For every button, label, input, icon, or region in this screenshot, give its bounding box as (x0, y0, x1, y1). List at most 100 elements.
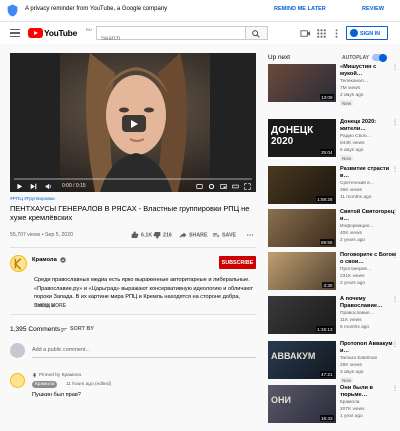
save-button[interactable]: SAVE (212, 231, 236, 239)
channel-name[interactable]: Крамола (32, 257, 57, 263)
upload-age: 2 days ago (340, 93, 364, 98)
more-vert-icon[interactable]: ⋮ (392, 209, 398, 216)
sign-in-button[interactable]: SIGN IN (346, 26, 388, 40)
more-actions-icon[interactable] (246, 231, 254, 239)
more-vert-icon[interactable]: ⋮ (392, 64, 398, 71)
up-next-item[interactable]: ДОНЕЦК 2020 25:04 Донецк 2020: жители… Ради… (268, 119, 398, 165)
miniplayer-icon[interactable] (220, 183, 227, 190)
view-count: 231K views (340, 274, 365, 279)
channel-name[interactable]: Протоиерей… (340, 267, 398, 272)
channel-name[interactable]: Сретенский в… (340, 181, 398, 186)
sort-icon[interactable] (60, 326, 68, 334)
video-thumbnail[interactable]: 59:55 (268, 209, 336, 247)
next-icon[interactable] (30, 183, 37, 190)
remind-later-button[interactable]: REMIND ME LATER (274, 6, 326, 12)
subtitles-icon[interactable] (196, 183, 203, 190)
channel-name[interactable]: Крамола (340, 400, 398, 405)
upload-age: 11 months ago (340, 195, 372, 200)
subscribe-button[interactable]: SUBSCRIBE (219, 256, 256, 269)
video-title[interactable]: Развитие страсти в… (340, 166, 398, 180)
video-duration: 1:15:13 (315, 326, 334, 332)
video-thumbnail[interactable]: 3:30 (268, 252, 336, 290)
save-label: SAVE (222, 232, 237, 239)
review-button[interactable]: REVIEW (362, 6, 384, 12)
channel-avatar[interactable] (10, 255, 27, 272)
add-comment-input[interactable]: Add a public comment... (32, 347, 90, 353)
video-thumbnail[interactable]: АВВАКУМ 47:21 (268, 341, 336, 379)
video-title[interactable]: А почему Православие… (340, 296, 398, 310)
up-next-item[interactable]: 1:59:28 Развитие страсти в… Сретенский в… 4… (268, 166, 398, 212)
upload-age: 6 months ago (340, 325, 370, 330)
comment-author-avatar[interactable] (10, 373, 25, 388)
view-count: 45K views (340, 188, 362, 193)
up-next-item[interactable]: ОНИ 18:43 Они были в тюрьме… Крамола 207K vi… (268, 385, 398, 431)
volume-icon[interactable] (45, 183, 52, 190)
more-vert-icon[interactable]: ⋮ (392, 166, 398, 173)
new-badge: New (340, 155, 354, 161)
more-vert-icon[interactable]: ⋮ (392, 341, 398, 348)
up-next-item[interactable]: 1:15:13 А почему Православие… Православие…… (268, 296, 398, 342)
more-vert-icon[interactable]: ⋮ (392, 119, 398, 126)
channel-name[interactable]: Телеканал… (340, 79, 398, 84)
video-thumbnail[interactable]: ОНИ 18:43 (268, 385, 336, 423)
progress-bar[interactable] (14, 178, 252, 180)
play-button[interactable] (122, 115, 146, 132)
channel-name[interactable]: Tamara Eidelman (340, 356, 398, 361)
comment-time[interactable]: 11 hours ago (edited) (66, 382, 111, 387)
menu-icon[interactable] (10, 29, 20, 37)
up-next-item[interactable]: 13:09 «Мишустин с мукой… Телеканал… 7M view… (268, 64, 398, 110)
up-next-item[interactable]: АВВАКУМ 47:21 Протопоп Аввакум и… Tamara Ei… (268, 341, 398, 387)
video-title[interactable]: Они были в тюрьме… (340, 385, 398, 399)
more-vert-icon[interactable]: ⋮ (392, 385, 398, 392)
dislike-button[interactable]: 216 (153, 231, 172, 239)
search-button[interactable] (246, 26, 268, 40)
comment-input-underline (32, 357, 256, 358)
fullscreen-icon[interactable] (244, 183, 251, 190)
video-thumbnail[interactable]: 1:15:13 (268, 296, 336, 334)
show-more-button[interactable]: SHOW MORE (34, 303, 66, 309)
video-title[interactable]: Протопоп Аввакум и… (340, 341, 398, 355)
shield-icon (7, 4, 18, 17)
thumbnail-text: ОНИ (271, 395, 291, 405)
sign-in-label: SIGN IN (360, 30, 381, 37)
more-vert-icon[interactable]: ⋮ (392, 252, 398, 259)
upload-age: 2 years ago (340, 281, 366, 286)
divider (10, 247, 256, 248)
sort-by-button[interactable]: SORT BY (70, 326, 94, 332)
video-thumbnail[interactable]: 13:09 (268, 64, 336, 102)
video-hashtags[interactable]: #РПЦ #Группировки (10, 197, 55, 202)
apps-icon[interactable] (316, 28, 327, 39)
search-input[interactable] (97, 33, 245, 45)
video-thumbnail[interactable]: 1:59:28 (268, 166, 336, 204)
video-player[interactable]: 0:00 / 0:15 (10, 53, 256, 192)
play-icon[interactable] (16, 183, 23, 190)
video-title[interactable]: «Мишустин с мукой… (340, 64, 398, 78)
more-vert-icon[interactable] (331, 28, 342, 39)
comment-author[interactable]: Крамола (32, 381, 58, 388)
theater-mode-icon[interactable] (232, 183, 239, 190)
view-count: 11K views (340, 318, 362, 323)
up-next-item[interactable]: 3:30 Поговорите с Богом о свои… Протоиерей… (268, 252, 398, 298)
video-duration: 1:59:28 (315, 196, 334, 202)
search-box[interactable] (96, 26, 246, 45)
account-icon (350, 29, 358, 37)
channel-name[interactable]: Информацио… (340, 224, 398, 229)
share-button[interactable]: SHARE (179, 231, 208, 239)
dislike-count: 216 (163, 232, 172, 239)
channel-name[interactable]: Православие… (340, 311, 398, 316)
video-title[interactable]: Святой Святогорец и… (340, 209, 398, 223)
thumbnail-text: ДОНЕЦК 2020 (271, 125, 314, 147)
video-title[interactable]: Донецк 2020: жители… (340, 119, 398, 133)
view-count: 40K views (340, 231, 362, 236)
up-next-item[interactable]: 59:55 Святой Святогорец и… Информацио… 40K … (268, 209, 398, 255)
video-thumbnail[interactable]: ДОНЕЦК 2020 25:04 (268, 119, 336, 157)
settings-icon[interactable] (208, 183, 215, 190)
create-video-icon[interactable] (300, 28, 311, 39)
youtube-play-icon (28, 28, 43, 38)
channel-name[interactable]: Радио Своб… (340, 134, 398, 139)
verified-icon (60, 257, 66, 263)
autoplay-toggle[interactable] (372, 53, 387, 62)
like-button[interactable]: 6.1K (131, 231, 152, 239)
video-title[interactable]: Поговорите с Богом о свои… (340, 252, 398, 266)
more-vert-icon[interactable]: ⋮ (392, 296, 398, 303)
